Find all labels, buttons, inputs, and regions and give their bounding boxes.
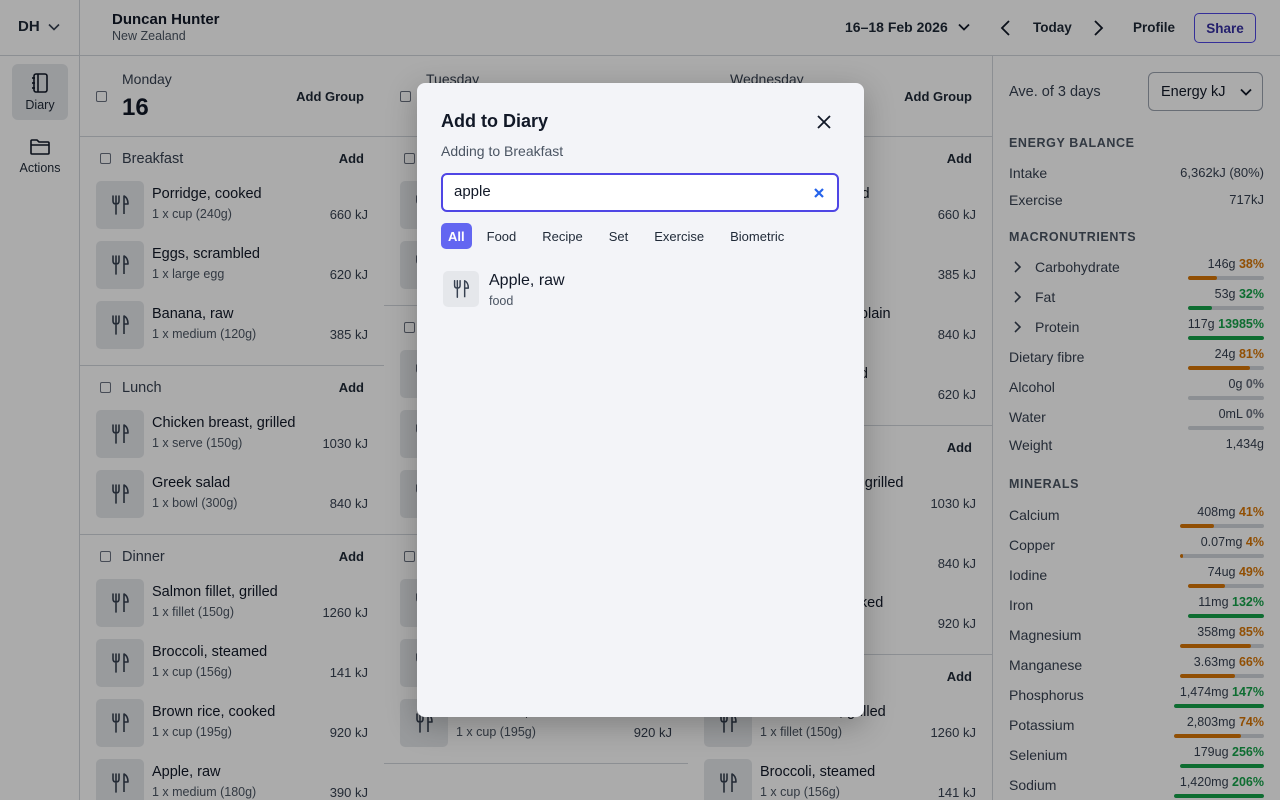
filter-chips: All Food Recipe Set Exercise Biometric	[441, 223, 803, 249]
close-button[interactable]	[815, 113, 833, 136]
filter-chip-exercise[interactable]: Exercise	[647, 223, 711, 249]
dialog-title: Add to Diary	[441, 111, 549, 131]
filter-chip-biometric[interactable]: Biometric	[723, 223, 791, 249]
filter-chip-set[interactable]: Set	[602, 223, 636, 249]
clear-search-button[interactable]	[813, 186, 825, 204]
search-input[interactable]	[454, 183, 794, 200]
fork-knife-icon	[453, 280, 470, 298]
search-field	[441, 173, 839, 212]
clear-icon	[814, 188, 824, 198]
result-name: Apple, raw	[489, 272, 565, 289]
filter-chip-food[interactable]: Food	[480, 223, 524, 249]
dialog-subtitle: Adding to Breakfast	[441, 143, 564, 159]
close-icon	[817, 115, 831, 129]
filter-chip-all[interactable]: All	[441, 223, 472, 249]
filter-chip-recipe[interactable]: Recipe	[535, 223, 589, 249]
result-type: food	[489, 294, 514, 308]
add-to-diary-dialog: Add to Diary Adding to Breakfast All Food…	[417, 83, 864, 717]
result-thumbnail	[443, 271, 479, 307]
search-result[interactable]: Apple, raw food	[441, 267, 839, 313]
